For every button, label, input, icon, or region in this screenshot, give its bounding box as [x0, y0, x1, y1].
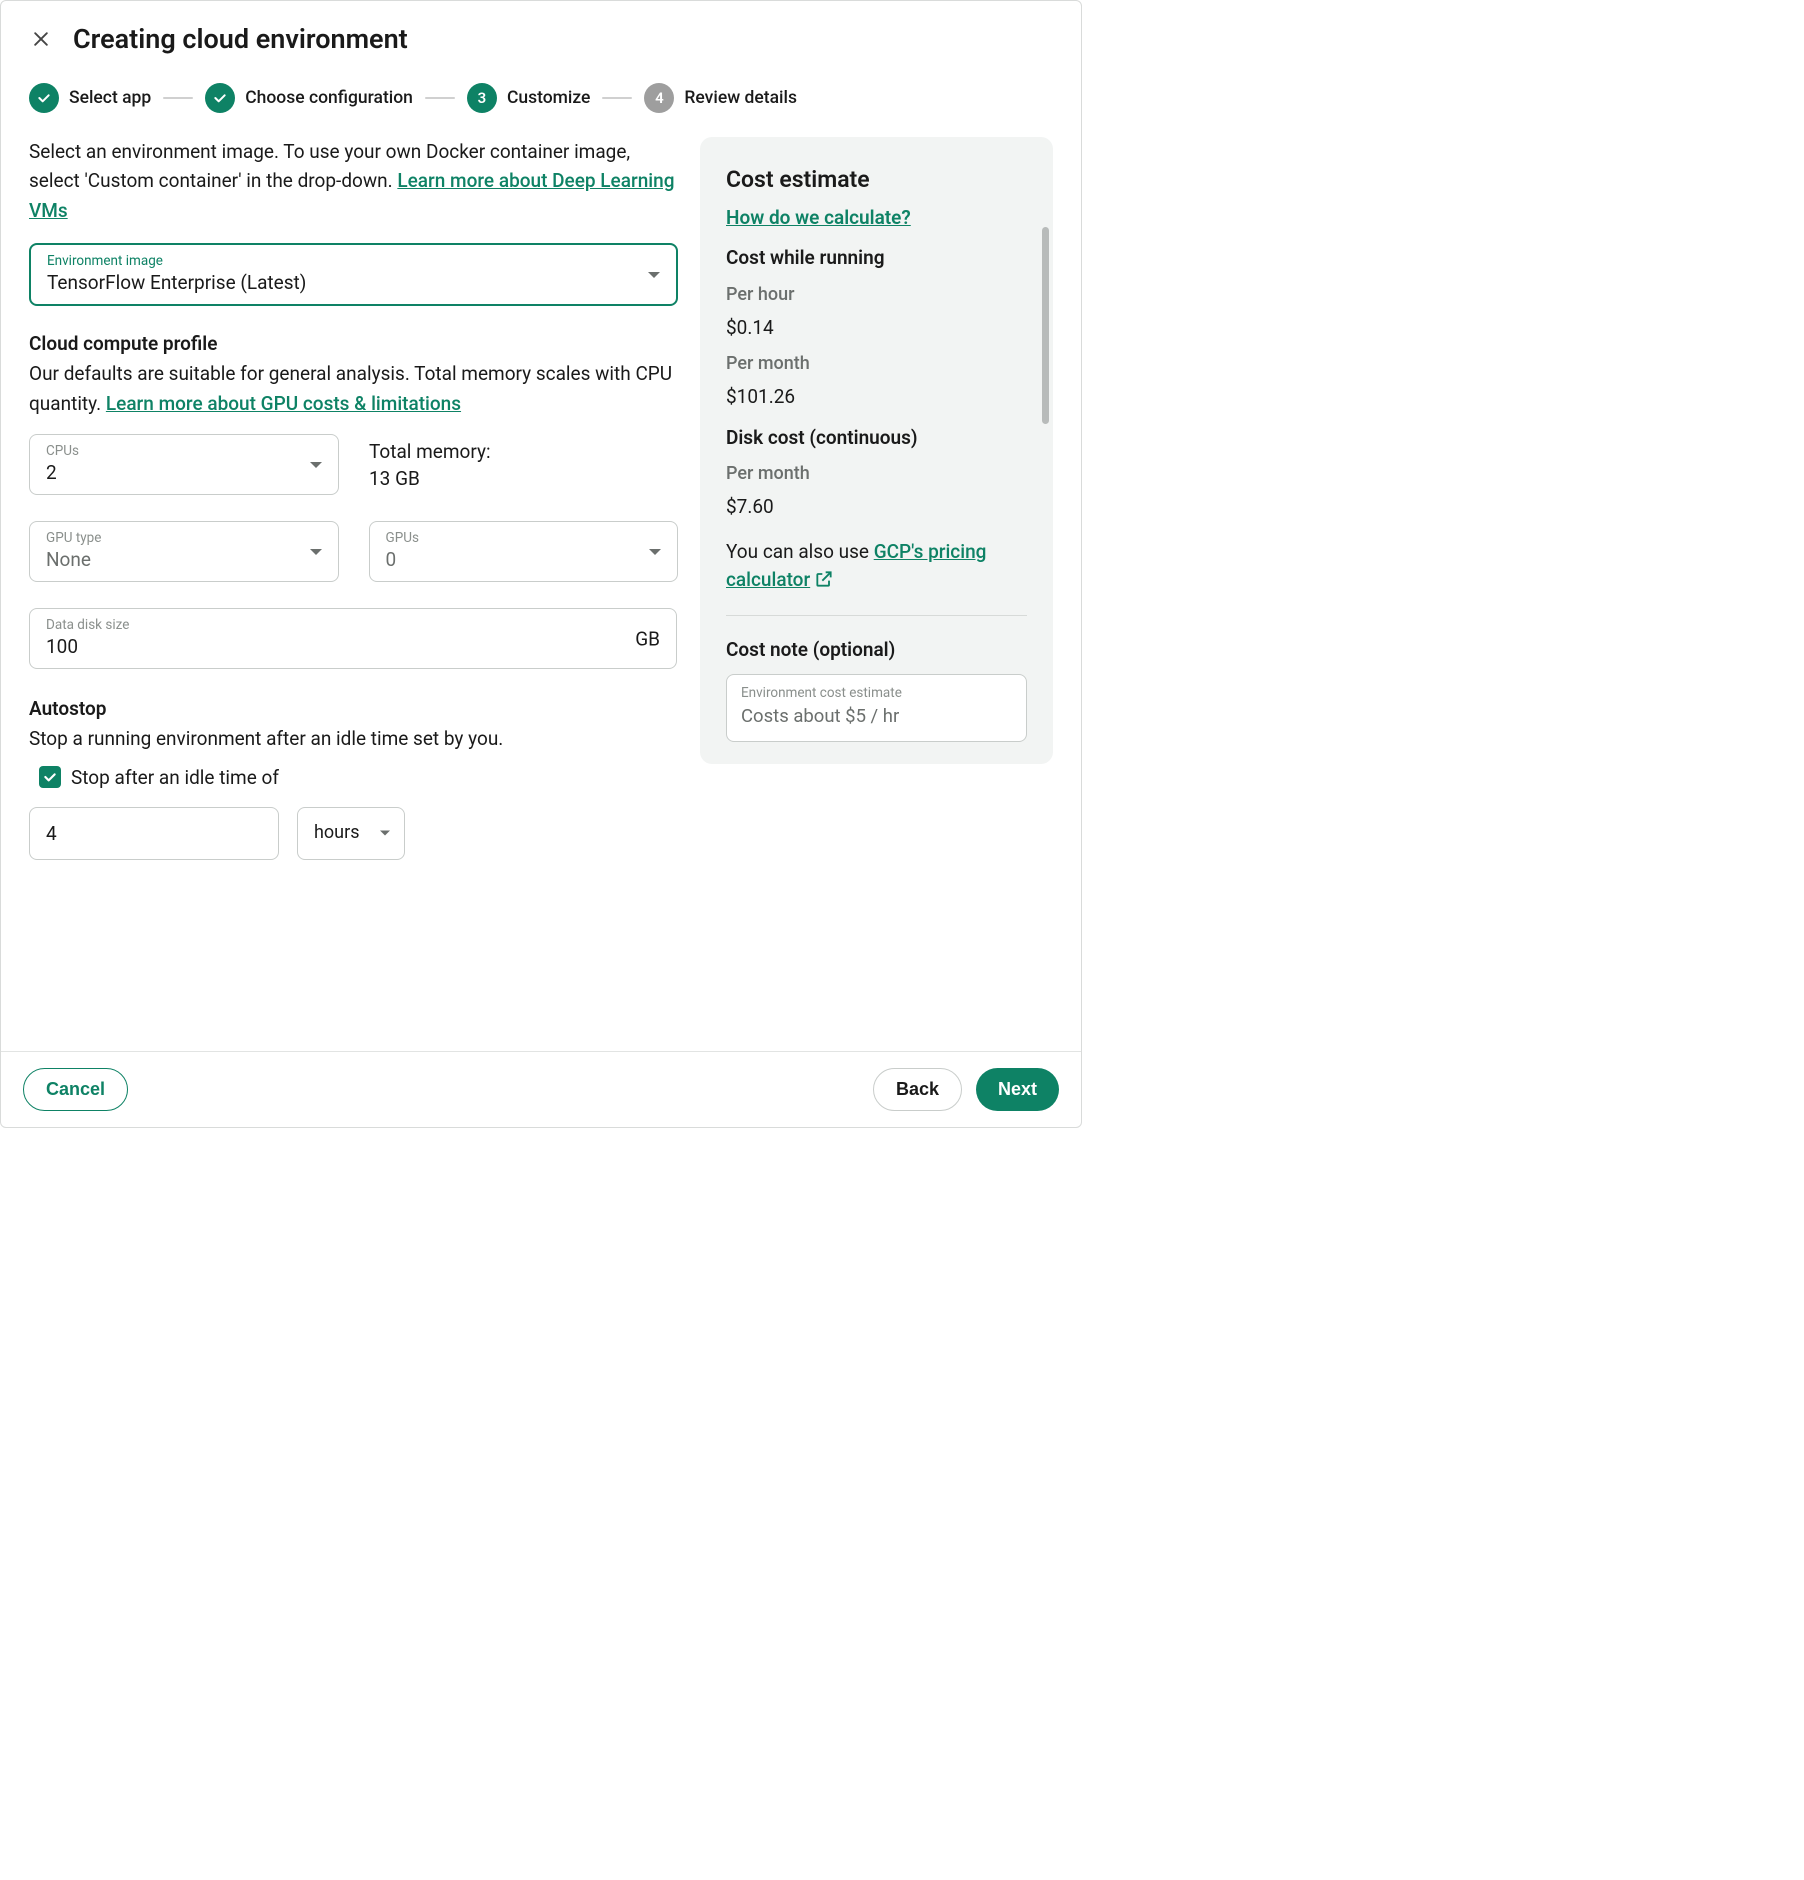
check-icon: [29, 83, 59, 113]
cost-running-title: Cost while running: [726, 244, 1027, 273]
divider: [726, 615, 1027, 616]
cost-estimate-panel: Cost estimate How do we calculate? Cost …: [700, 137, 1053, 764]
field-label: GPUs: [386, 530, 662, 546]
next-button[interactable]: Next: [976, 1068, 1059, 1111]
how-calculate-link[interactable]: How do we calculate?: [726, 206, 911, 229]
unit-suffix: GB: [635, 627, 660, 650]
cpus-select[interactable]: CPUs 2: [29, 434, 339, 495]
autostop-checkbox[interactable]: [39, 766, 61, 788]
learn-more-gpu-link[interactable]: Learn more about GPU costs & limitations: [106, 392, 461, 415]
compute-profile-desc: Our defaults are suitable for general an…: [29, 359, 678, 418]
cost-label: Per hour: [726, 281, 1027, 308]
cost-label: Per month: [726, 350, 1027, 377]
autostop-checkbox-label: Stop after an idle time of: [71, 766, 279, 789]
gcp-pricing-text: You can also use GCP's pricing calculato…: [726, 538, 1027, 595]
field-label: CPUs: [46, 443, 322, 459]
cost-value: $101.26: [726, 383, 1027, 412]
step-number-badge: 3: [467, 83, 497, 113]
cost-label: Per month: [726, 460, 1027, 487]
step-select-app: Select app: [29, 83, 151, 113]
gpu-type-select[interactable]: GPU type None: [29, 521, 339, 582]
scrollbar[interactable]: [1042, 227, 1049, 424]
environment-image-select[interactable]: Environment image TensorFlow Enterprise …: [29, 243, 678, 306]
cost-value: $7.60: [726, 493, 1027, 522]
step-label: Choose configuration: [245, 88, 413, 108]
cost-value: $0.14: [726, 314, 1027, 343]
autostop-value-input[interactable]: 4: [29, 807, 279, 860]
back-button[interactable]: Back: [873, 1068, 962, 1111]
dialog-title: Creating cloud environment: [73, 23, 408, 55]
close-icon[interactable]: [29, 27, 53, 51]
field-placeholder: Costs about $5 / hr: [741, 703, 1012, 731]
step-separator: [602, 97, 632, 99]
cancel-button[interactable]: Cancel: [23, 1068, 128, 1111]
step-number-badge: 4: [644, 83, 674, 113]
step-separator: [425, 97, 455, 99]
chevron-down-icon: [310, 549, 322, 555]
field-value: None: [46, 548, 322, 571]
field-value: 2: [46, 461, 322, 484]
external-link-icon: [814, 569, 834, 589]
chevron-down-icon: [649, 549, 661, 555]
disk-size-input[interactable]: Data disk size 100 GB: [29, 608, 677, 669]
dialog-footer: Cancel Back Next: [1, 1051, 1081, 1127]
field-value: TensorFlow Enterprise (Latest): [47, 271, 660, 294]
autostop-desc: Stop a running environment after an idle…: [29, 724, 678, 753]
cost-note-title: Cost note (optional): [726, 636, 1027, 665]
step-choose-config: Choose configuration: [205, 83, 413, 113]
step-label: Review details: [684, 88, 797, 108]
cost-note-input[interactable]: Environment cost estimate Costs about $5…: [726, 674, 1027, 742]
step-customize: 3 Customize: [467, 83, 590, 113]
disk-cost-title: Disk cost (continuous): [726, 424, 1027, 453]
chevron-down-icon: [310, 462, 322, 468]
field-value: 100: [46, 635, 660, 658]
chevron-down-icon: [648, 272, 660, 278]
compute-profile-title: Cloud compute profile: [29, 332, 678, 355]
step-label: Select app: [69, 88, 151, 108]
step-label: Customize: [507, 88, 590, 108]
autostop-unit-select[interactable]: hours: [297, 807, 405, 860]
step-review: 4 Review details: [644, 83, 797, 113]
cost-title: Cost estimate: [726, 163, 1027, 198]
field-label: GPU type: [46, 530, 322, 546]
gpus-select[interactable]: GPUs 0: [369, 521, 679, 582]
stepper: Select app Choose configuration 3 Custom…: [1, 67, 1081, 137]
step-separator: [163, 97, 193, 99]
field-label: Data disk size: [46, 617, 660, 633]
autostop-title: Autostop: [29, 697, 678, 720]
chevron-down-icon: [380, 831, 390, 836]
field-label: Environment image: [47, 253, 660, 269]
intro-text: Select an environment image. To use your…: [29, 137, 678, 225]
total-memory-display: Total memory: 13 GB: [369, 434, 491, 490]
check-icon: [205, 83, 235, 113]
field-value: 0: [386, 548, 662, 571]
field-label: Environment cost estimate: [741, 683, 1012, 703]
